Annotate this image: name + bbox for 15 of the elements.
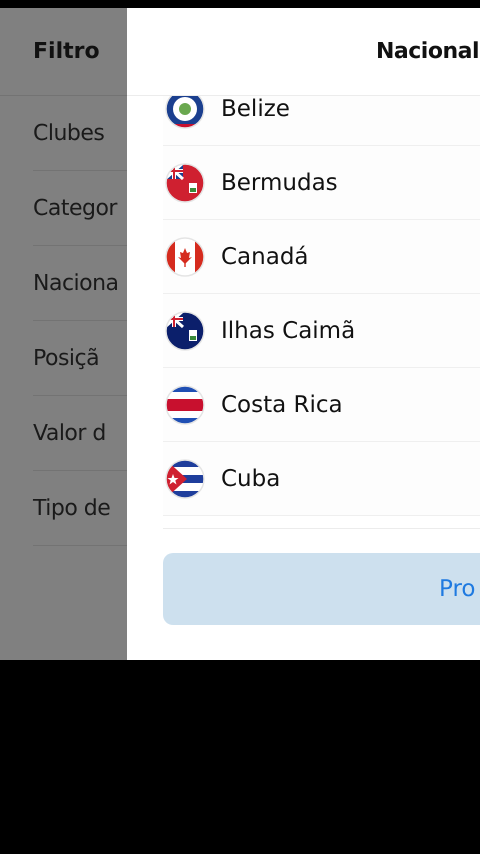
- filter-item[interactable]: Categor: [33, 196, 117, 220]
- filter-item[interactable]: Tipo de: [33, 496, 110, 520]
- flag-icon: [165, 162, 205, 202]
- filter-item[interactable]: Clubes: [33, 120, 104, 146]
- filter-item[interactable]: Valor d: [33, 420, 106, 446]
- filter-title: Filtro: [32, 39, 100, 64]
- sheet-title: Nacional: [376, 39, 480, 64]
- confirm-button[interactable]: Pro: [163, 553, 480, 625]
- flag-icon: [165, 310, 205, 350]
- flag-icon: [165, 236, 205, 276]
- flag-icon: [165, 384, 205, 424]
- filter-item[interactable]: Posiçã: [33, 346, 100, 370]
- country-item[interactable]: Belize: [163, 96, 480, 146]
- flag-icon: [165, 458, 205, 498]
- filter-item[interactable]: Naciona: [33, 270, 119, 296]
